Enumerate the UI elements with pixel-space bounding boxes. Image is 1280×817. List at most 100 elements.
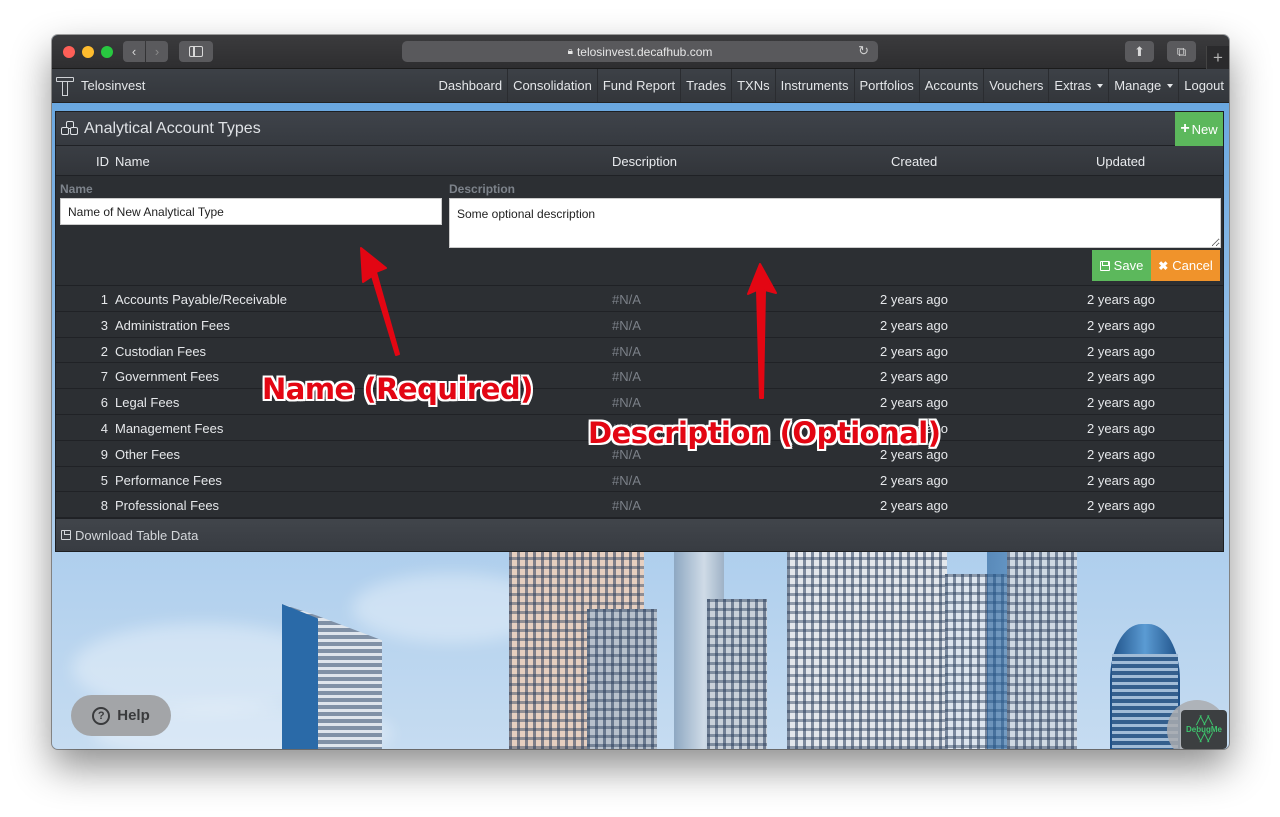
caret-down-icon	[1167, 83, 1174, 88]
cell-description: #N/A	[612, 472, 641, 488]
nav-label: Dashboard	[438, 78, 503, 93]
cell-description: #N/A	[612, 317, 641, 333]
cell-created: 2 years ago	[880, 343, 948, 359]
nav-menu: Dashboard Consolidation Fund Report Trad…	[433, 69, 1229, 102]
cell-id: 6	[100, 395, 108, 411]
table-row[interactable]: 5 Performance Fees #N/A 2 years ago 2 ye…	[56, 466, 1223, 493]
nav-label: TXNs	[737, 78, 770, 93]
plus-icon: +	[1180, 120, 1190, 137]
column-header-created[interactable]: Created	[891, 154, 937, 169]
nav-label: Fund Report	[602, 78, 676, 93]
cell-updated: 2 years ago	[1087, 369, 1155, 385]
table-row[interactable]: 1 Accounts Payable/Receivable #N/A 2 yea…	[56, 286, 1223, 312]
cell-description: #N/A	[612, 446, 641, 462]
download-table-data-link[interactable]: Download Table Data	[56, 518, 1223, 551]
table-row[interactable]: 7 Government Fees #N/A 2 years ago 2 yea…	[56, 363, 1223, 390]
cell-description: #N/A	[612, 498, 641, 514]
minimize-window-button[interactable]	[82, 46, 94, 58]
cell-updated: 2 years ago	[1087, 420, 1155, 436]
nav-label: Accounts	[924, 78, 979, 93]
chevron-left-icon: ‹	[131, 44, 137, 59]
nav-manage-dropdown[interactable]: Manage	[1108, 69, 1178, 102]
name-input[interactable]	[60, 198, 442, 225]
browser-titlebar: ‹ › 🔒︎ telosinvest.decafhub.com ↻ ⬆︎ ⧉ +	[52, 35, 1229, 70]
cell-id: 2	[100, 343, 108, 359]
nav-dashboard[interactable]: Dashboard	[433, 69, 507, 102]
nav-instruments[interactable]: Instruments	[774, 69, 854, 102]
share-button[interactable]: ⬆︎	[1125, 41, 1154, 62]
new-button[interactable]: + New	[1175, 112, 1223, 146]
save-button[interactable]: Save	[1092, 250, 1151, 281]
nav-accounts[interactable]: Accounts	[918, 69, 983, 102]
table-row[interactable]: 3 Administration Fees #N/A 2 years ago 2…	[56, 311, 1223, 338]
cell-name: Accounts Payable/Receivable	[115, 292, 287, 307]
nav-consolidation[interactable]: Consolidation	[507, 69, 597, 102]
cell-id: 9	[100, 446, 108, 462]
nav-vouchers[interactable]: Vouchers	[983, 69, 1048, 102]
nav-txns[interactable]: TXNs	[731, 69, 775, 102]
nav-label: Portfolios	[859, 78, 914, 93]
analytical-account-types-panel: Analytical Account Types + New ID Name D…	[55, 111, 1224, 552]
address-bar[interactable]: 🔒︎ telosinvest.decafhub.com ↻	[402, 41, 878, 62]
table-body: 1 Accounts Payable/Receivable #N/A 2 yea…	[56, 286, 1223, 519]
cell-created: 2 years ago	[880, 395, 948, 411]
sidebar-icon	[189, 46, 203, 57]
name-field-label: Name	[60, 182, 93, 196]
close-icon: ✖︎	[1158, 258, 1169, 273]
cell-updated: 2 years ago	[1087, 292, 1155, 307]
cell-name: Custodian Fees	[115, 343, 207, 359]
cell-created: 2 years ago	[880, 369, 948, 385]
cell-created: 2 years ago	[880, 446, 948, 462]
cancel-button-label: Cancel	[1172, 258, 1213, 273]
telos-logo-icon	[56, 76, 74, 96]
cell-updated: 2 years ago	[1087, 472, 1155, 488]
back-button[interactable]: ‹	[123, 41, 145, 62]
column-header-description[interactable]: Description	[612, 154, 677, 169]
question-circle-icon: ?	[92, 706, 111, 725]
nav-fund-report[interactable]: Fund Report	[596, 69, 680, 102]
cell-name: Management Fees	[115, 420, 224, 436]
cell-name: Administration Fees	[115, 317, 230, 333]
table-row[interactable]: 8 Professional Fees #N/A 2 years ago 2 y…	[56, 492, 1223, 519]
cell-updated: 2 years ago	[1087, 446, 1155, 462]
sidebar-toggle-button[interactable]	[179, 41, 213, 62]
brand-name: Telosinvest	[81, 78, 146, 93]
forward-button[interactable]: ›	[146, 41, 168, 62]
table-row[interactable]: 4 Management Fees #N/A 2 years ago 2 yea…	[56, 414, 1223, 441]
table-row[interactable]: 6 Legal Fees #N/A 2 years ago 2 years ag…	[56, 389, 1223, 415]
help-button[interactable]: ? Help	[71, 695, 171, 736]
floppy-disk-icon	[61, 530, 71, 540]
column-header-updated[interactable]: Updated	[1096, 154, 1145, 169]
close-window-button[interactable]	[63, 46, 75, 58]
new-button-label: New	[1191, 121, 1218, 137]
cell-description: #N/A	[612, 395, 641, 411]
lock-icon: 🔒︎	[567, 46, 573, 57]
cell-description: #N/A	[612, 420, 641, 436]
new-tab-button[interactable]: +	[1206, 46, 1229, 70]
table-row[interactable]: 2 Custodian Fees #N/A 2 years ago 2 year…	[56, 337, 1223, 364]
save-button-label: Save	[1113, 258, 1144, 273]
zoom-window-button[interactable]	[101, 46, 113, 58]
page-title: Analytical Account Types	[84, 119, 261, 137]
brand-link[interactable]: Telosinvest	[52, 76, 145, 96]
tabs-icon: ⧉	[1176, 43, 1187, 59]
show-tabs-button[interactable]: ⧉	[1167, 41, 1196, 62]
debugme-button[interactable]: ╱╲╱╲ DebugMe ╲╱╲╱	[1181, 710, 1227, 749]
column-header-id[interactable]: ID	[96, 154, 109, 169]
panel-header: Analytical Account Types + New	[56, 112, 1223, 146]
table-row[interactable]: 9 Other Fees #N/A 2 years ago 2 years ag…	[56, 440, 1223, 467]
cell-created: 2 years ago	[880, 292, 948, 307]
cell-id: 5	[100, 472, 108, 488]
nav-portfolios[interactable]: Portfolios	[853, 69, 919, 102]
nav-trades[interactable]: Trades	[680, 69, 731, 102]
column-header-name[interactable]: Name	[115, 154, 150, 169]
cell-id: 1	[100, 292, 108, 307]
cancel-button[interactable]: ✖︎ Cancel	[1151, 250, 1220, 281]
reload-icon[interactable]: ↻	[858, 43, 869, 59]
nav-label: Logout	[1184, 78, 1224, 93]
browser-window: ‹ › 🔒︎ telosinvest.decafhub.com ↻ ⬆︎ ⧉ +…	[52, 35, 1229, 749]
nav-logout[interactable]: Logout	[1178, 69, 1229, 102]
description-textarea[interactable]: Some optional description	[449, 198, 1221, 248]
help-label: Help	[117, 707, 150, 724]
nav-extras-dropdown[interactable]: Extras	[1048, 69, 1108, 102]
